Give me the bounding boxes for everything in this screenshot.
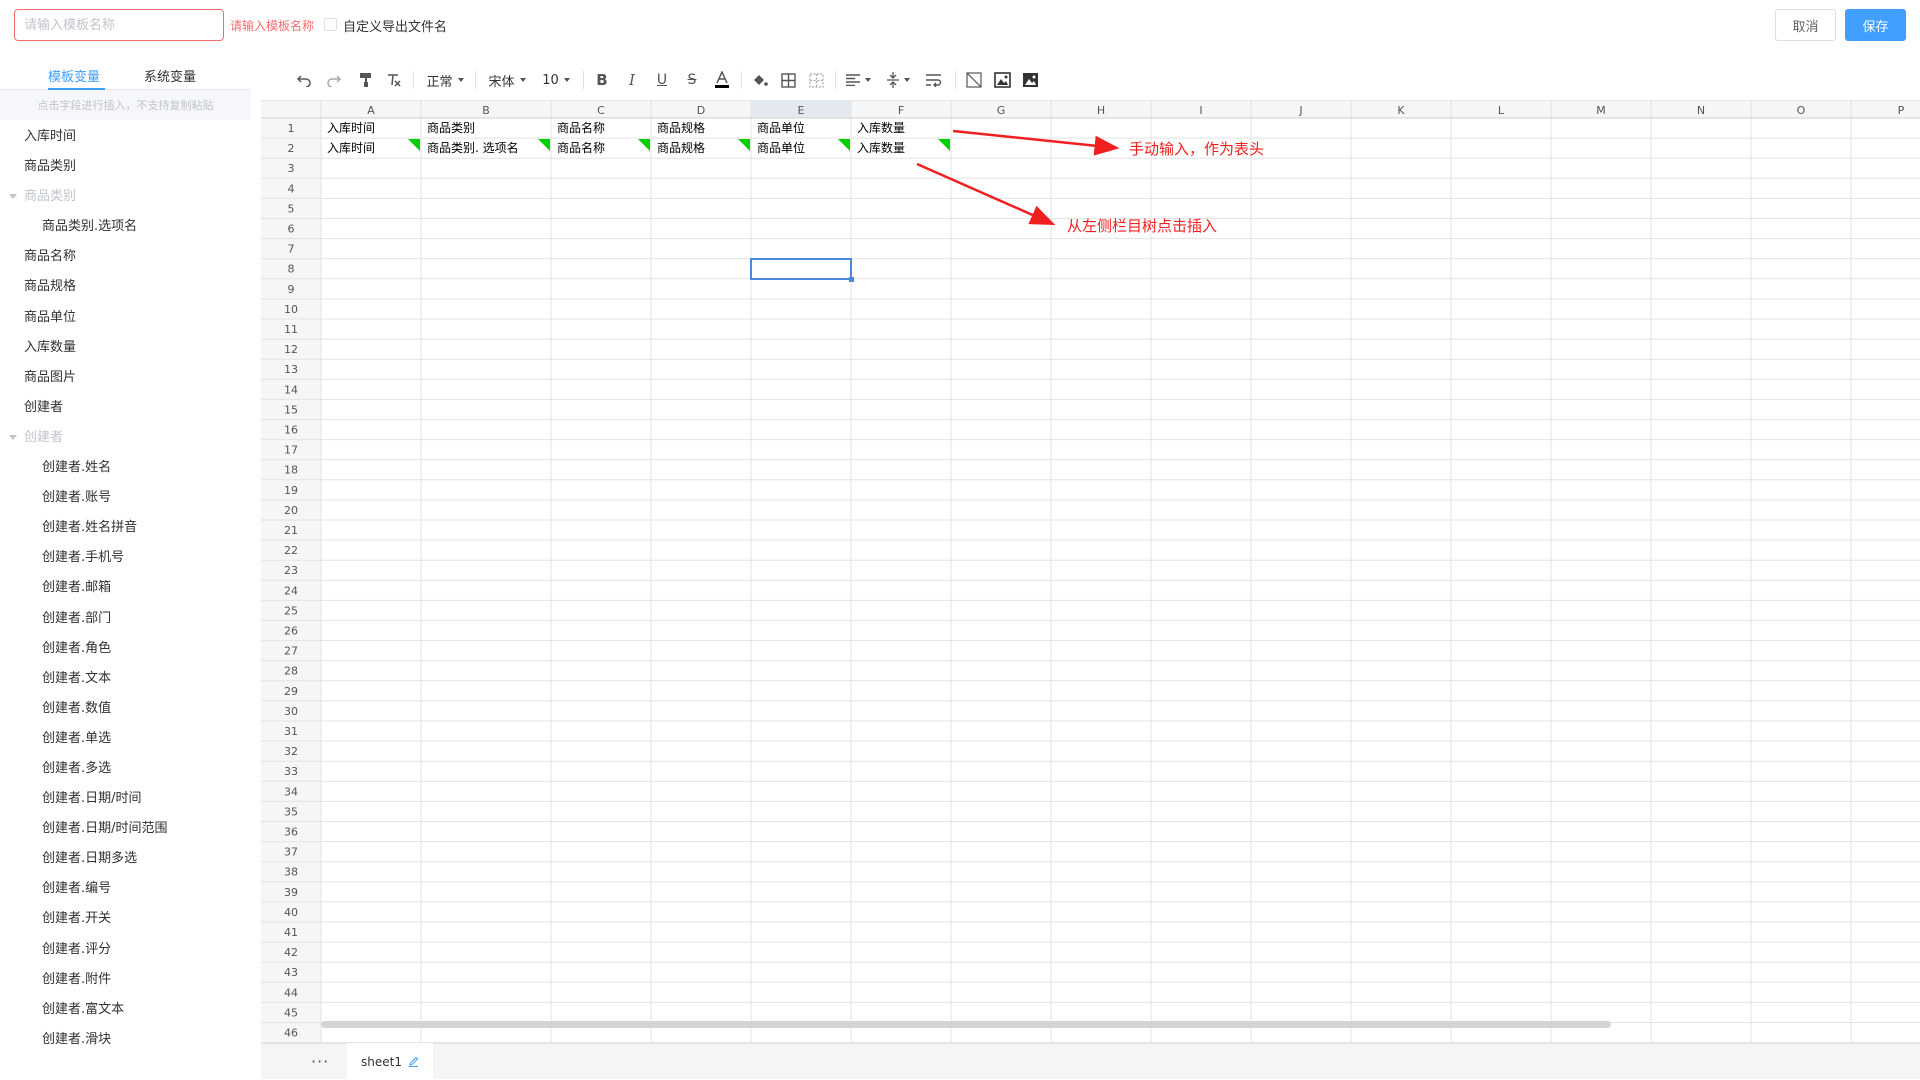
active-tab-indicator xyxy=(48,88,105,90)
caret-down-icon[interactable] xyxy=(9,434,17,440)
tree-item[interactable]: 创建者.文本 xyxy=(0,664,251,694)
custom-filename-checkbox[interactable] xyxy=(324,18,337,31)
tree-item-label: 商品类别.选项名 xyxy=(42,219,138,235)
sheet-tab-bar: ··· sheet1 xyxy=(261,1043,1920,1080)
insert-annotation-text: 从左侧栏目树点击插入 xyxy=(1067,217,1218,235)
tree-item[interactable]: 创建者.附件 xyxy=(0,965,251,995)
tree-item[interactable]: 商品类别 xyxy=(0,152,251,182)
template-name-error: 请输入模板名称 xyxy=(230,19,315,33)
tree-item[interactable]: 创建者.滑块 xyxy=(0,1025,251,1055)
tree-item-label: 商品图片 xyxy=(24,369,77,385)
tree-item[interactable]: 创建者.姓名 xyxy=(0,453,251,483)
variable-tree: 入库时间 商品类别 商品类别 商品类别.选项名 商品名称 商品规格 商品单位 入库数量 商品图片… xyxy=(0,120,251,1055)
tree-item-label: 创建者.日期多选 xyxy=(42,851,138,867)
tree-item-label: 创建者.角色 xyxy=(42,640,112,656)
header-annotation-text: 手动输入，作为表头 xyxy=(1129,140,1265,158)
tree-item-label: 创建者.编号 xyxy=(42,881,112,897)
tree-item[interactable]: 创建者.日期/时间 xyxy=(0,784,251,814)
tree-item[interactable]: 创建者.姓名拼音 xyxy=(0,513,251,543)
tree-item-label: 商品类别 xyxy=(24,189,77,205)
tree-item-label: 创建者.姓名 xyxy=(42,460,112,476)
tree-item[interactable]: 商品规格 xyxy=(0,272,251,302)
sidebar-tabs: 模板变量 系统变量 xyxy=(0,58,251,90)
tree-item-label: 创建者.附件 xyxy=(42,971,112,987)
tree-item-label: 创建者.日期/时间范围 xyxy=(42,821,168,837)
custom-filename-label[interactable]: 自定义导出文件名 xyxy=(343,16,447,35)
tab-system-variables[interactable]: 系统变量 xyxy=(144,66,196,85)
tree-item-label: 商品规格 xyxy=(24,279,77,295)
tree-item-label: 创建者.评分 xyxy=(42,941,112,957)
tree-item[interactable]: 入库数量 xyxy=(0,333,251,363)
sheet-more-button[interactable]: ··· xyxy=(311,1052,329,1071)
insert-annotation-arrow xyxy=(916,162,1056,226)
tab-template-variables[interactable]: 模板变量 xyxy=(48,66,100,85)
variable-sidebar: 模板变量 系统变量 点击字段进行插入，不支持复制粘贴 入库时间 商品类别 商品类别商… xyxy=(0,58,251,1079)
tree-item[interactable]: 商品单位 xyxy=(0,303,251,333)
caret-down-icon[interactable] xyxy=(9,194,17,200)
tree-item-label: 创建者.滑块 xyxy=(42,1031,112,1047)
top-bar: 请输入模板名称 自定义导出文件名 取消 保存 xyxy=(0,0,1920,50)
tree-item[interactable]: 创建者.开关 xyxy=(0,904,251,934)
tree-item[interactable]: 创建者.编号 xyxy=(0,874,251,904)
tree-item[interactable]: 创建者.日期多选 xyxy=(0,844,251,874)
edit-icon[interactable] xyxy=(408,1056,419,1067)
sheet-tab[interactable]: sheet1 xyxy=(347,1043,433,1080)
annotation-arrows xyxy=(916,129,1120,226)
tree-item-label: 创建者.邮箱 xyxy=(42,580,112,596)
tree-item[interactable]: 创建者.邮箱 xyxy=(0,573,251,603)
tree-item[interactable]: 创建者.数值 xyxy=(0,694,251,724)
tree-group[interactable]: 创建者 xyxy=(0,423,251,453)
tree-item-label: 创建者.日期/时间 xyxy=(42,791,142,807)
tree-item[interactable]: 入库时间 xyxy=(0,122,251,152)
tree-item-label: 创建者 xyxy=(24,399,64,415)
tree-item[interactable]: 商品名称 xyxy=(0,242,251,272)
sheet-tab-name: sheet1 xyxy=(361,1054,402,1069)
tree-item-label: 商品类别 xyxy=(24,159,77,175)
tree-item-label: 创建者.开关 xyxy=(42,911,112,927)
tree-item-label: 创建者.文本 xyxy=(42,670,112,686)
tree-item-label: 商品单位 xyxy=(24,309,77,325)
tree-item[interactable]: 创建者.评分 xyxy=(0,935,251,965)
tree-item[interactable]: 创建者.账号 xyxy=(0,483,251,513)
tree-item[interactable]: 创建者.角色 xyxy=(0,634,251,664)
tree-item-label: 创建者.数值 xyxy=(42,700,112,716)
tree-item-label: 商品名称 xyxy=(24,249,77,265)
tree-item-label: 创建者.富文本 xyxy=(42,1001,125,1017)
tree-group[interactable]: 商品类别 xyxy=(0,182,251,212)
tree-item-label: 创建者.手机号 xyxy=(42,550,125,566)
tree-item[interactable]: 创建者.多选 xyxy=(0,754,251,784)
tree-item-label: 入库数量 xyxy=(24,339,77,355)
tree-item-label: 入库时间 xyxy=(24,129,77,144)
header-annotation-arrow xyxy=(952,129,1120,156)
tree-item-label: 创建者 xyxy=(24,429,64,445)
tree-item-label: 创建者.部门 xyxy=(42,610,112,626)
cancel-button[interactable]: 取消 xyxy=(1775,9,1836,41)
tree-item[interactable]: 创建者.单选 xyxy=(0,724,251,754)
tree-item-label: 创建者.账号 xyxy=(42,490,112,506)
tree-item[interactable]: 创建者.日期/时间范围 xyxy=(0,814,251,844)
tree-item-label: 创建者.多选 xyxy=(42,760,112,776)
tree-item-label: 创建者.姓名拼音 xyxy=(42,520,138,536)
tree-item[interactable]: 创建者.富文本 xyxy=(0,995,251,1025)
tree-item-label: 创建者.单选 xyxy=(42,730,112,746)
template-name-input[interactable] xyxy=(14,9,224,41)
tree-item[interactable]: 商品类别.选项名 xyxy=(0,212,251,242)
spreadsheet-editor: 正常 宋体 10 B I U S A B C D E F G H I J K L… xyxy=(261,58,1920,1080)
tree-item[interactable]: 创建者.手机号 xyxy=(0,543,251,573)
tree-item[interactable]: 创建者.部门 xyxy=(0,604,251,634)
sidebar-hint: 点击字段进行插入，不支持复制粘贴 xyxy=(0,90,251,120)
tree-item[interactable]: 商品图片 xyxy=(0,363,251,393)
save-button[interactable]: 保存 xyxy=(1845,9,1906,41)
tree-item[interactable]: 创建者 xyxy=(0,393,251,423)
